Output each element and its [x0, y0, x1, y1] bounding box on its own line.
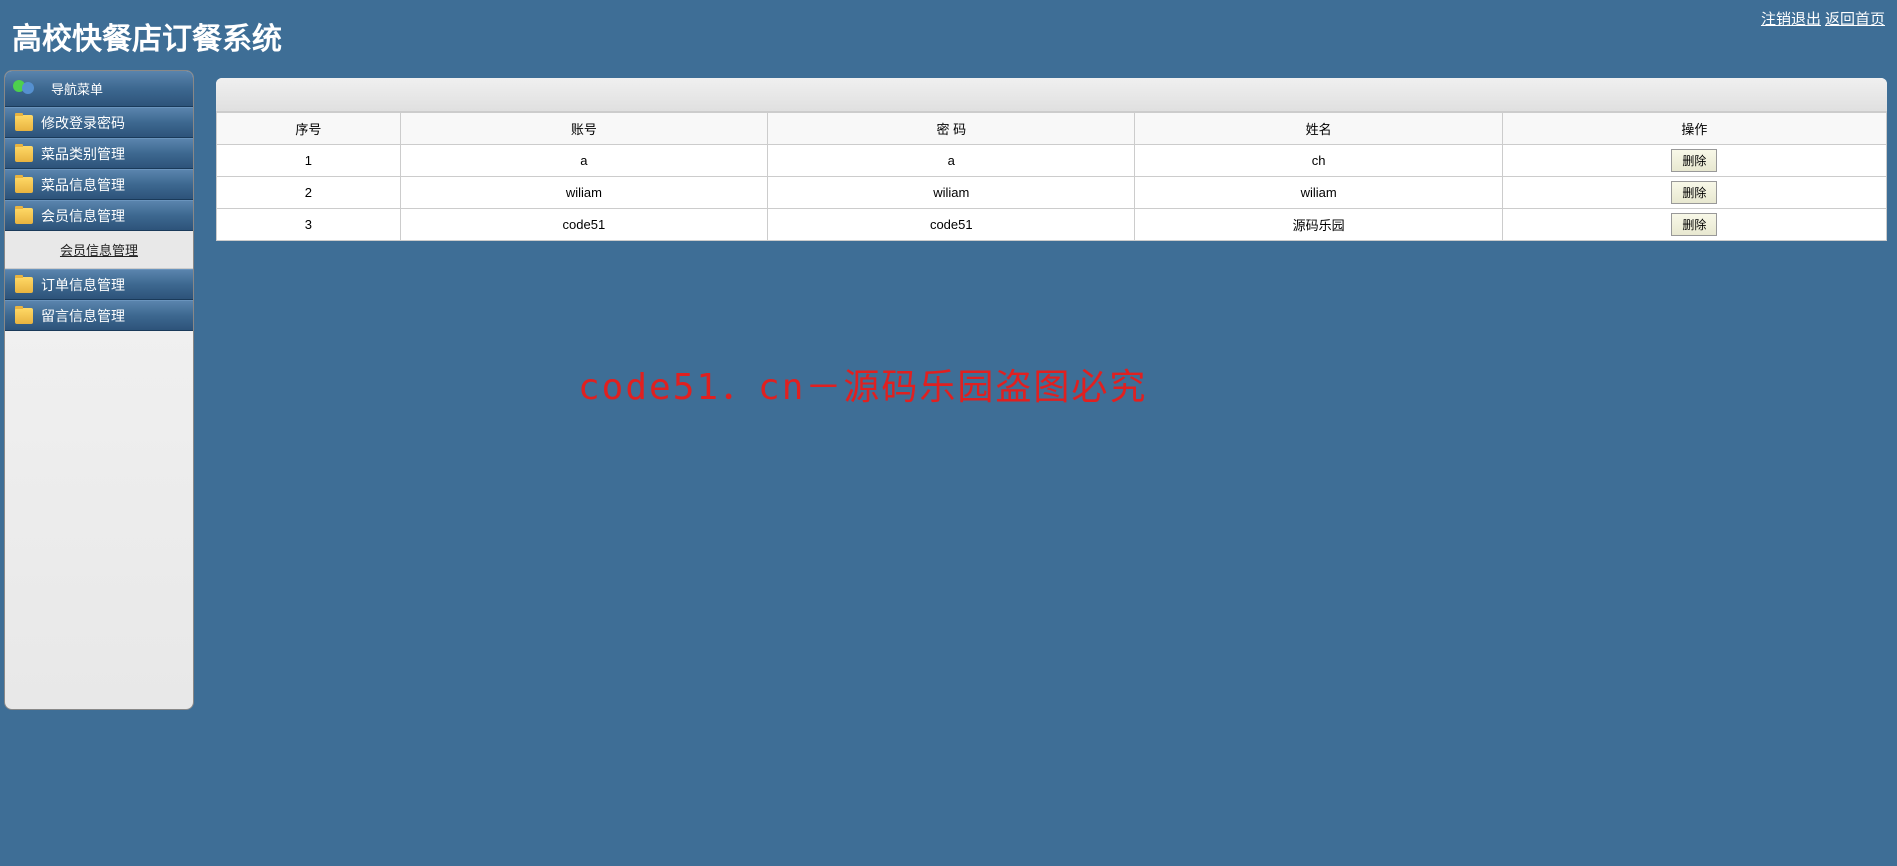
folder-icon [15, 308, 33, 324]
cell-seq: 3 [217, 209, 401, 241]
members-table: 序号 账号 密 码 姓名 操作 1 a a ch 删除 [216, 112, 1887, 241]
watermark-text: code51．cn－源码乐园盗图必究 [578, 358, 1147, 410]
header-links: 注销退出 返回首页 [1761, 8, 1885, 29]
menu-label: 菜品类别管理 [41, 144, 125, 164]
th-action: 操作 [1502, 113, 1886, 145]
menu-label: 菜品信息管理 [41, 175, 125, 195]
th-name: 姓名 [1135, 113, 1502, 145]
cell-password: code51 [768, 209, 1135, 241]
nav-menu-label: 导航菜单 [51, 79, 103, 98]
menu-label: 留言信息管理 [41, 306, 125, 326]
menu-item-messages[interactable]: 留言信息管理 [5, 300, 193, 331]
table-row: 1 a a ch 删除 [217, 145, 1887, 177]
folder-icon [15, 277, 33, 293]
delete-button[interactable]: 删除 [1671, 149, 1717, 172]
folder-icon [15, 115, 33, 131]
cell-name: 源码乐园 [1135, 209, 1502, 241]
menu-label: 修改登录密码 [41, 113, 125, 133]
content-area: 序号 账号 密 码 姓名 操作 1 a a ch 删除 [198, 68, 1897, 866]
folder-icon [15, 146, 33, 162]
cell-seq: 2 [217, 177, 401, 209]
menu-item-password[interactable]: 修改登录密码 [5, 107, 193, 138]
header: 高校快餐店订餐系统 注销退出 返回首页 [0, 0, 1897, 68]
cell-account: code51 [400, 209, 767, 241]
logout-link[interactable]: 注销退出 [1761, 8, 1821, 29]
menu-label: 订单信息管理 [41, 275, 125, 295]
main-container: 导航菜单 修改登录密码 菜品类别管理 菜品信息管理 会员信息管理 会员信息管理 … [0, 68, 1897, 866]
content-topbar [216, 78, 1887, 112]
folder-icon [15, 177, 33, 193]
menu-item-members[interactable]: 会员信息管理 [5, 200, 193, 231]
table-row: 2 wiliam wiliam wiliam 删除 [217, 177, 1887, 209]
menu-item-category[interactable]: 菜品类别管理 [5, 138, 193, 169]
th-password: 密 码 [768, 113, 1135, 145]
users-icon [13, 78, 35, 100]
cell-password: wiliam [768, 177, 1135, 209]
table-header-row: 序号 账号 密 码 姓名 操作 [217, 113, 1887, 145]
delete-button[interactable]: 删除 [1671, 213, 1717, 236]
cell-action: 删除 [1502, 177, 1886, 209]
content-panel: 序号 账号 密 码 姓名 操作 1 a a ch 删除 [216, 78, 1887, 241]
folder-icon [15, 208, 33, 224]
cell-action: 删除 [1502, 209, 1886, 241]
table-row: 3 code51 code51 源码乐园 删除 [217, 209, 1887, 241]
menu-label: 会员信息管理 [41, 206, 125, 226]
th-seq: 序号 [217, 113, 401, 145]
cell-account: wiliam [400, 177, 767, 209]
sidebar: 导航菜单 修改登录密码 菜品类别管理 菜品信息管理 会员信息管理 会员信息管理 … [4, 70, 194, 710]
app-title: 高校快餐店订餐系统 [12, 8, 282, 58]
cell-password: a [768, 145, 1135, 177]
submenu-label: 会员信息管理 [60, 240, 138, 259]
sidebar-header: 导航菜单 [5, 71, 193, 107]
cell-action: 删除 [1502, 145, 1886, 177]
cell-name: wiliam [1135, 177, 1502, 209]
th-account: 账号 [400, 113, 767, 145]
menu-item-orders[interactable]: 订单信息管理 [5, 269, 193, 300]
cell-seq: 1 [217, 145, 401, 177]
delete-button[interactable]: 删除 [1671, 181, 1717, 204]
home-link[interactable]: 返回首页 [1825, 8, 1885, 29]
submenu-member-manage[interactable]: 会员信息管理 [5, 231, 193, 269]
menu-item-dishes[interactable]: 菜品信息管理 [5, 169, 193, 200]
cell-name: ch [1135, 145, 1502, 177]
cell-account: a [400, 145, 767, 177]
